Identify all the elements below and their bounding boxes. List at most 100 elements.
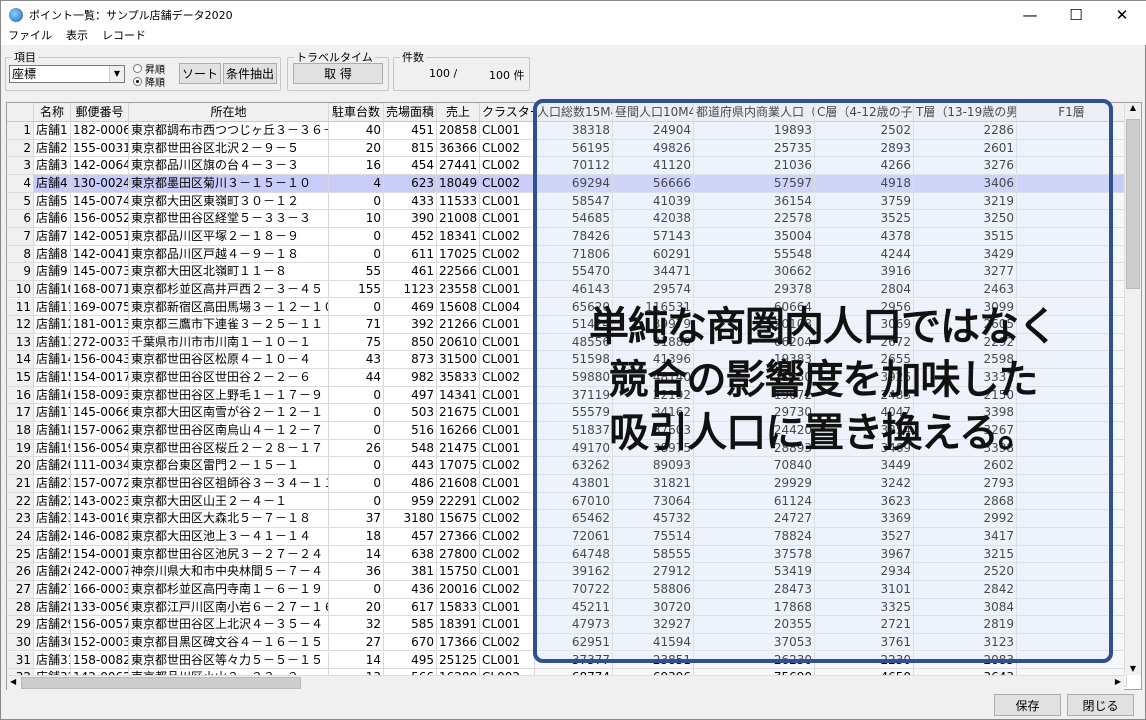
cell-address: 東京都品川区旗の台４－３－３: [129, 157, 329, 174]
horizontal-scroll-thumb[interactable]: [21, 677, 301, 689]
cell-parking: 0: [329, 192, 384, 210]
cell-parking: 0: [329, 404, 384, 422]
cell-floor-area: 548: [384, 439, 437, 457]
cell-postal-code: 168-0071: [73, 280, 129, 298]
cell-parking: 71: [329, 316, 384, 333]
scroll-up-icon[interactable]: ▲: [1125, 103, 1141, 112]
cell-postal-code: 145-0066: [73, 404, 129, 422]
count-label: 件数: [402, 51, 424, 64]
cell-name: 店舗20: [34, 457, 71, 474]
app-icon: [9, 8, 23, 22]
cell-postal-code: 158-0082: [73, 651, 129, 669]
cell-sales: 27800: [437, 545, 480, 563]
cell-address: 東京都世田谷区世田谷２－２－６: [129, 369, 329, 386]
save-button[interactable]: 保存: [994, 694, 1061, 716]
cell-sales: 25125: [437, 651, 480, 669]
column-header-address[interactable]: 所在地: [129, 103, 329, 121]
maximize-button[interactable]: ☐: [1053, 1, 1099, 29]
cell-name: 店舗10: [34, 280, 71, 298]
scroll-left-icon[interactable]: ◀: [10, 677, 16, 686]
cell-name: 店舗24: [34, 527, 71, 545]
cell-address: 東京都品川区平塚２－１８－９: [129, 227, 329, 245]
cell-floor-area: 850: [384, 333, 437, 351]
cell-sales: 20610: [437, 333, 480, 351]
scroll-down-icon[interactable]: ▼: [1125, 664, 1141, 673]
cell-parking: 75: [329, 333, 384, 351]
cell-row-number: 9: [7, 263, 34, 280]
cell-cluster: CL002: [480, 139, 535, 157]
cell-sales: 17025: [437, 245, 480, 263]
cell-cluster: CL001: [480, 386, 535, 404]
cell-floor-area: 486: [384, 475, 437, 492]
column-header-floor-area[interactable]: 売場面積: [384, 103, 437, 121]
horizontal-scrollbar[interactable]: ◀ ▶: [7, 675, 1124, 690]
cell-name: 店舗7: [34, 227, 71, 245]
cell-parking: 0: [329, 492, 384, 510]
item-select[interactable]: 座標 ▼: [9, 65, 125, 83]
cell-row-number: 20: [7, 457, 34, 474]
cell-cluster: CL001: [480, 598, 535, 616]
title-bar: ポイント一覧：サンプル店舗データ2020 — ☐ ✕: [1, 1, 1146, 29]
cell-address: 東京都世田谷区南烏山４－１２－７ ク: [131, 422, 329, 439]
get-button[interactable]: 取 得: [293, 63, 383, 84]
desc-radio[interactable]: 降順: [133, 74, 165, 89]
minimize-button[interactable]: —: [1007, 1, 1053, 29]
close-dialog-button[interactable]: 閉じる: [1067, 694, 1134, 716]
cell-postal-code: 152-0003: [73, 633, 129, 651]
column-header-name[interactable]: 名称: [34, 103, 71, 121]
chevron-down-icon[interactable]: ▼: [109, 66, 124, 82]
cell-postal-code: 145-0074: [73, 192, 129, 210]
cell-address: 東京都大田区大森北５－７－１８: [129, 510, 329, 527]
column-header-cluster[interactable]: クラスター: [480, 103, 535, 121]
sort-button[interactable]: ソート: [179, 63, 221, 84]
cell-cluster: CL001: [480, 439, 535, 457]
cell-cluster: CL001: [480, 651, 535, 669]
item-group-label: 項目: [14, 51, 36, 64]
column-header-sales[interactable]: 売上: [437, 103, 480, 121]
vertical-scroll-thumb[interactable]: [1126, 119, 1140, 289]
cell-address: 東京都世田谷区池尻３－２７－２４: [129, 545, 329, 563]
cell-parking: 0: [329, 386, 384, 404]
cell-sales: 11533: [437, 192, 480, 210]
cell-floor-area: 982: [384, 369, 437, 386]
cell-address: 東京都杉並区高井戸西２－３－４５: [129, 280, 329, 298]
cell-row-number: 26: [7, 563, 34, 580]
cell-address: 東京都世田谷区等々力５－５－１５: [129, 651, 329, 669]
cell-parking: 0: [329, 245, 384, 263]
cell-cluster: CL002: [480, 174, 535, 192]
cell-postal-code: 156-0054: [73, 439, 129, 457]
cell-postal-code: 142-0041: [73, 245, 129, 263]
filter-button[interactable]: 条件抽出: [223, 63, 277, 84]
cell-row-number: 25: [7, 545, 34, 563]
menu-file[interactable]: ファイル: [1, 29, 59, 45]
cell-sales: 15833: [437, 598, 480, 616]
cell-cluster: CL002: [480, 227, 535, 245]
cell-address: 東京都大田区東嶺町３０－１２: [129, 192, 329, 210]
cell-cluster: CL001: [480, 351, 535, 369]
scroll-right-icon[interactable]: ▶: [1115, 677, 1121, 686]
cell-address: 東京都世田谷区桜丘２－２８－１７: [129, 439, 329, 457]
cell-cluster: CL001: [480, 563, 535, 580]
cell-row-number: 17: [7, 404, 34, 422]
column-header-postal-code[interactable]: 郵便番号: [71, 103, 129, 121]
cell-cluster: CL002: [480, 510, 535, 527]
close-button[interactable]: ✕: [1099, 1, 1145, 29]
column-header-row-number[interactable]: [7, 103, 34, 121]
cell-name: 店舗9: [34, 263, 71, 280]
cell-name: 店舗19: [34, 439, 71, 457]
menu-record[interactable]: レコード: [95, 29, 153, 45]
annotation-line: 単純な商圏内人口ではなく: [589, 304, 1058, 350]
menu-view[interactable]: 表示: [59, 29, 95, 45]
cell-name: 店舗5: [34, 192, 71, 210]
cell-address: 東京都大田区北嶺町１１－８: [129, 263, 329, 280]
cell-cluster: CL002: [480, 245, 535, 263]
cell-cluster: CL004: [480, 298, 535, 316]
cell-sales: 18391: [437, 616, 480, 633]
cell-row-number: 2: [7, 139, 34, 157]
cell-cluster: CL001: [480, 263, 535, 280]
cell-cluster: CL001: [480, 616, 535, 633]
annotation-text: 単純な商圏内人口ではなく 競合の影響度を加味した 吸引人口に置き換える。: [533, 301, 1113, 460]
column-header-parking[interactable]: 駐車台数: [329, 103, 384, 121]
vertical-scrollbar[interactable]: ▲ ▼: [1124, 103, 1141, 675]
cell-address: 神奈川県大和市中央林間５－７－４: [129, 563, 329, 580]
